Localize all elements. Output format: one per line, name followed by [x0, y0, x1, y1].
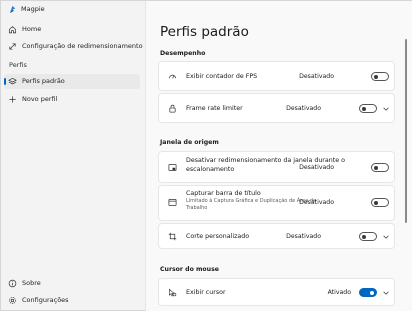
setting-custom-crop[interactable]: Corte personalizado Desativado — [158, 223, 395, 249]
sidebar-item-resize-config[interactable]: Configuração de redimensionamento — [4, 39, 143, 54]
sidebar-item-settings[interactable]: Configurações — [4, 293, 140, 308]
sidebar-item-new-profile[interactable]: Novo perfil — [4, 92, 140, 107]
group-header-source-window: Janela de origem — [160, 139, 219, 146]
window-lock-icon — [168, 163, 177, 172]
toggle-state-text: Desativado — [299, 73, 334, 80]
toggle-state-text: Desativado — [299, 199, 334, 206]
toggle-state-text: Ativado — [327, 289, 351, 296]
toggle-knob — [362, 234, 366, 239]
window-icon — [168, 198, 177, 207]
plus-icon — [9, 96, 16, 103]
sidebar-item-label: Novo perfil — [22, 95, 58, 103]
setting-label: Capturar barra de título — [186, 190, 261, 197]
chevron-down-icon[interactable] — [382, 105, 390, 113]
frame-rate-toggle[interactable] — [359, 104, 377, 113]
sidebar-item-home[interactable]: Home — [4, 22, 140, 37]
sidebar: Home Configuração de redimensionamento P… — [1, 19, 145, 311]
speedometer-icon — [168, 74, 177, 79]
setting-label: Frame rate limiter — [186, 105, 243, 112]
toggle-knob — [374, 74, 378, 79]
sidebar-item-default-profile[interactable]: Perfis padrão — [4, 74, 140, 89]
lock-icon — [169, 104, 176, 113]
gear-icon — [9, 297, 16, 304]
section-label-profiles: Perfis — [9, 61, 27, 69]
group-header-mouse-cursor: Cursor do mouse — [160, 266, 219, 273]
toggle-state-text: Desativado — [286, 233, 321, 240]
vertical-scrollbar[interactable] — [405, 39, 407, 223]
toggle-knob — [374, 165, 378, 170]
fps-toggle[interactable] — [371, 72, 389, 81]
chevron-down-icon[interactable] — [382, 289, 390, 297]
setting-show-fps: Exibir contador de FPS Desativado — [158, 61, 395, 91]
setting-frame-rate-limiter[interactable]: Frame rate limiter Desativado — [158, 93, 395, 123]
home-icon — [8, 26, 17, 34]
resize-icon — [9, 43, 16, 50]
cursor-icon — [169, 288, 177, 297]
setting-disable-resize: Desativar redimensionamento da janela du… — [158, 151, 395, 183]
magpie-logo-icon — [9, 5, 16, 14]
show-cursor-toggle[interactable] — [359, 288, 377, 297]
sidebar-item-label: Configuração de redimensionamento — [22, 42, 143, 50]
sidebar-item-label: Perfis padrão — [22, 77, 65, 85]
setting-show-cursor[interactable]: Exibir cursor Ativado — [158, 278, 395, 306]
toggle-state-text: Desativado — [299, 164, 334, 171]
sidebar-item-about[interactable]: Sobre — [4, 276, 140, 291]
window-title: Magpie — [21, 5, 45, 13]
disable-resize-toggle[interactable] — [371, 163, 389, 172]
main-panel: Perfis padrão Desempenho Exibir contador… — [145, 1, 412, 311]
app-window: Magpie Home Configuração de redimensiona… — [0, 0, 412, 311]
info-icon — [8, 279, 17, 288]
selection-indicator — [4, 78, 6, 85]
toggle-knob — [374, 200, 378, 205]
crop-icon — [168, 232, 177, 241]
sidebar-item-label: Configurações — [22, 296, 69, 304]
sidebar-item-label: Sobre — [22, 279, 41, 287]
capture-title-toggle[interactable] — [371, 198, 389, 207]
sidebar-item-label: Home — [22, 25, 42, 33]
toggle-knob — [362, 106, 366, 111]
toggle-knob — [370, 290, 374, 295]
setting-label: Corte personalizado — [186, 233, 250, 240]
setting-capture-title-bar: Capturar barra de título Limitado à Capt… — [158, 185, 395, 221]
chevron-down-icon[interactable] — [382, 233, 390, 241]
custom-crop-toggle[interactable] — [359, 232, 377, 241]
setting-label: Exibir cursor — [186, 289, 226, 296]
group-header-performance: Desempenho — [160, 50, 206, 57]
setting-label: Exibir contador de FPS — [186, 73, 258, 80]
page-title: Perfis padrão — [160, 24, 249, 40]
toggle-state-text: Desativado — [286, 105, 321, 112]
layers-icon — [8, 77, 17, 85]
